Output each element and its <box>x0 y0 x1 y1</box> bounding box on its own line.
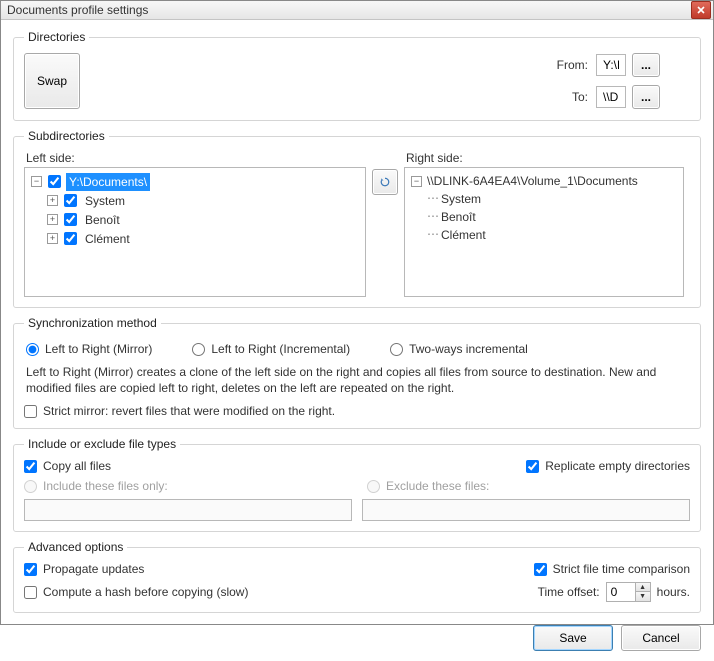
sync-radio-mirror[interactable]: Left to Right (Mirror) <box>26 342 152 356</box>
to-label: To: <box>78 90 590 104</box>
expand-icon[interactable]: + <box>47 214 58 225</box>
to-input[interactable] <box>596 86 626 108</box>
left-child-checkbox[interactable] <box>64 194 77 207</box>
from-label: From: <box>78 58 590 72</box>
time-offset-input[interactable] <box>607 583 635 601</box>
sync-radio-incremental[interactable]: Left to Right (Incremental) <box>192 342 350 356</box>
to-browse-button[interactable]: ... <box>632 85 660 109</box>
advanced-legend: Advanced options <box>24 540 127 554</box>
right-child-node: ⋯Clément <box>427 226 681 244</box>
directories-legend: Directories <box>24 30 89 44</box>
right-side-label: Right side: <box>404 151 690 165</box>
save-button[interactable]: Save <box>533 625 613 651</box>
refresh-button[interactable] <box>372 169 398 195</box>
hash-check[interactable]: Compute a hash before copying (slow) <box>24 585 352 599</box>
copy-all-check[interactable]: Copy all files <box>24 459 111 473</box>
include-only-input <box>24 499 352 521</box>
expand-icon[interactable]: − <box>31 176 42 187</box>
left-child-label[interactable]: System <box>82 192 128 210</box>
left-child-node: + Benoît <box>47 210 363 229</box>
sync-description: Left to Right (Mirror) creates a clone o… <box>24 364 690 404</box>
left-side-label: Left side: <box>24 151 398 165</box>
advanced-group: Advanced options Propagate updates Stric… <box>13 540 701 613</box>
right-child-label[interactable]: Clément <box>441 226 486 244</box>
propagate-check[interactable]: Propagate updates <box>24 562 352 576</box>
left-child-checkbox[interactable] <box>64 213 77 226</box>
left-child-label[interactable]: Benoît <box>82 211 123 229</box>
include-exclude-group: Include or exclude file types Copy all f… <box>13 437 701 532</box>
right-child-label[interactable]: Benoît <box>441 208 476 226</box>
left-root-label[interactable]: Y:\Documents\ <box>66 173 150 191</box>
window-title: Documents profile settings <box>7 3 691 17</box>
right-child-node: ⋯System <box>427 190 681 208</box>
left-child-label[interactable]: Clément <box>82 230 133 248</box>
spinner-down-icon[interactable]: ▼ <box>636 592 650 601</box>
exclude-radio: Exclude these files: <box>367 479 690 493</box>
from-input[interactable] <box>596 54 626 76</box>
right-root-label[interactable]: \\DLINK-6A4EA4\Volume_1\Documents <box>424 172 641 190</box>
right-tree-panel[interactable]: − \\DLINK-6A4EA4\Volume_1\Documents ⋯Sys… <box>404 167 684 297</box>
expand-icon[interactable]: + <box>47 195 58 206</box>
expand-icon[interactable]: + <box>47 233 58 244</box>
left-root-checkbox[interactable] <box>48 175 61 188</box>
sync-radio-twoways[interactable]: Two-ways incremental <box>390 342 528 356</box>
include-exclude-legend: Include or exclude file types <box>24 437 180 451</box>
spinner-up-icon[interactable]: ▲ <box>636 583 650 592</box>
directories-group: Directories From: ... Swap To: ... <box>13 30 701 121</box>
time-offset-row: Time offset: ▲ ▼ hours. <box>362 582 690 602</box>
right-child-node: ⋯Benoît <box>427 208 681 226</box>
hours-label: hours. <box>657 585 690 599</box>
include-only-radio: Include these files only: <box>24 479 347 493</box>
exclude-input <box>362 499 690 521</box>
expand-icon[interactable]: − <box>411 176 422 187</box>
left-tree-panel[interactable]: − Y:\Documents\ + System <box>24 167 366 297</box>
right-child-label[interactable]: System <box>441 190 481 208</box>
strict-mirror-check[interactable]: Strict mirror: revert files that were mo… <box>24 404 690 418</box>
sync-method-legend: Synchronization method <box>24 316 161 330</box>
subdirectories-group: Subdirectories Left side: − Y:\Documents… <box>13 129 701 308</box>
subdirectories-legend: Subdirectories <box>24 129 109 143</box>
title-bar: Documents profile settings <box>1 1 713 20</box>
sync-method-group: Synchronization method Left to Right (Mi… <box>13 316 701 429</box>
right-root-node: − \\DLINK-6A4EA4\Volume_1\Documents <box>411 172 681 190</box>
left-child-checkbox[interactable] <box>64 232 77 245</box>
close-button[interactable] <box>691 1 711 19</box>
strict-time-check[interactable]: Strict file time comparison <box>362 562 690 576</box>
left-child-node: + Clément <box>47 229 363 248</box>
replicate-empty-check[interactable]: Replicate empty directories <box>526 459 690 473</box>
cancel-button[interactable]: Cancel <box>621 625 701 651</box>
from-browse-button[interactable]: ... <box>632 53 660 77</box>
left-root-node: − Y:\Documents\ <box>31 172 363 191</box>
swap-button[interactable]: Swap <box>24 53 80 109</box>
time-offset-spinner[interactable]: ▲ ▼ <box>606 582 651 602</box>
left-child-node: + System <box>47 191 363 210</box>
time-offset-label: Time offset: <box>538 585 600 599</box>
